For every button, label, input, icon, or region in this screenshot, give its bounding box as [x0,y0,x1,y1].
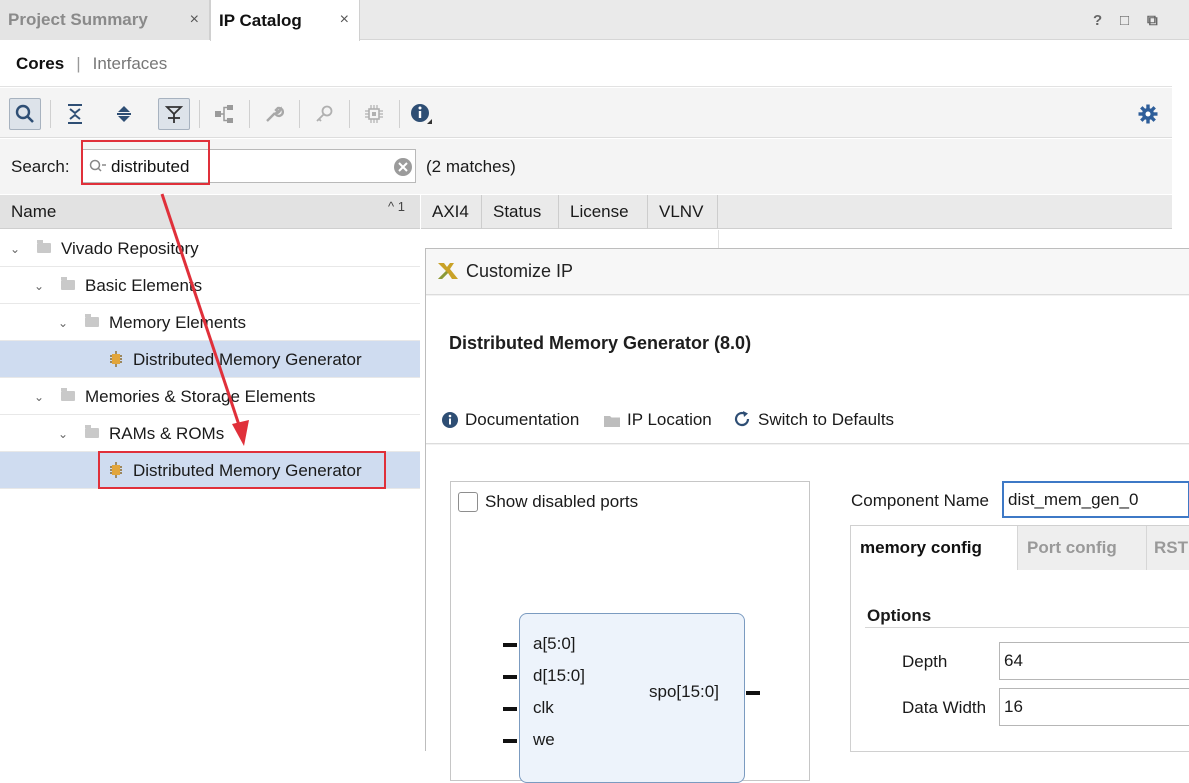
annotation-arrow [160,193,249,446]
